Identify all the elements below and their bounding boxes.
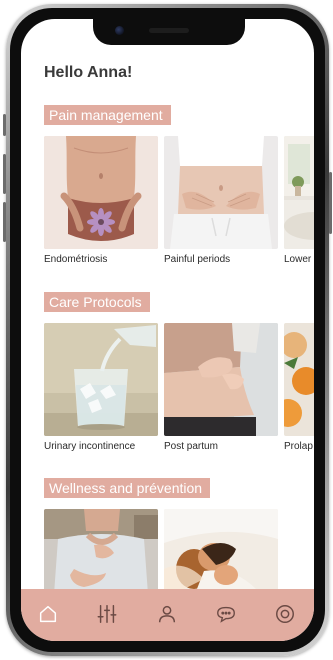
- greeting-title: Hello Anna!: [44, 64, 133, 81]
- mute-switch: [3, 114, 6, 136]
- card-label: Endométriosis: [44, 254, 108, 265]
- card-image: [44, 136, 158, 249]
- home-icon: [39, 605, 57, 623]
- card-image: [164, 136, 278, 249]
- bottom-tab-bar: [21, 589, 314, 641]
- card-image: [284, 136, 314, 249]
- card-carousel[interactable]: Endométriosis Painful periods Lower: [44, 136, 314, 276]
- card-label: Prolap: [284, 441, 313, 452]
- sliders-icon: [97, 605, 117, 623]
- settings-icon: [276, 605, 294, 623]
- tab-more[interactable]: [274, 603, 296, 625]
- phone-frame: Hello Anna! Pain management Endométriosi…: [3, 4, 332, 656]
- card-image: [164, 323, 278, 436]
- card-carousel[interactable]: Urinary incontinence Post partum Prolap: [44, 323, 314, 463]
- tab-settings-sliders[interactable]: [96, 603, 118, 625]
- chat-icon: [217, 606, 235, 623]
- card-label: Painful periods: [164, 254, 231, 265]
- card-painful-periods[interactable]: Painful periods: [164, 136, 278, 265]
- section-title: Wellness and prévention: [44, 478, 211, 498]
- power-button: [329, 172, 332, 234]
- earpiece-speaker: [149, 28, 189, 33]
- front-camera: [115, 26, 124, 35]
- tab-chat[interactable]: [215, 603, 237, 625]
- notch: [93, 19, 245, 45]
- section-title: Pain management: [44, 105, 171, 125]
- tab-profile[interactable]: [156, 603, 178, 625]
- volume-up-button: [3, 154, 6, 194]
- card-image: [44, 323, 158, 436]
- card-urinary-incontinence[interactable]: Urinary incontinence: [44, 323, 158, 452]
- card-lower[interactable]: Lower: [284, 136, 314, 265]
- section-title: Care Protocols: [44, 292, 150, 312]
- tab-home[interactable]: [37, 603, 59, 625]
- card-label: Urinary incontinence: [44, 441, 136, 452]
- card-endometriosis[interactable]: Endométriosis: [44, 136, 158, 265]
- phone-bezel: Hello Anna! Pain management Endométriosi…: [10, 8, 325, 652]
- card-prolapse[interactable]: Prolap: [284, 323, 314, 452]
- app-screen: Hello Anna! Pain management Endométriosi…: [21, 19, 314, 641]
- card-image: [284, 323, 314, 436]
- volume-down-button: [3, 202, 6, 242]
- card-label: Post partum: [164, 441, 218, 452]
- card-label: Lower: [284, 254, 312, 265]
- card-post-partum[interactable]: Post partum: [164, 323, 278, 452]
- profile-icon: [158, 605, 176, 623]
